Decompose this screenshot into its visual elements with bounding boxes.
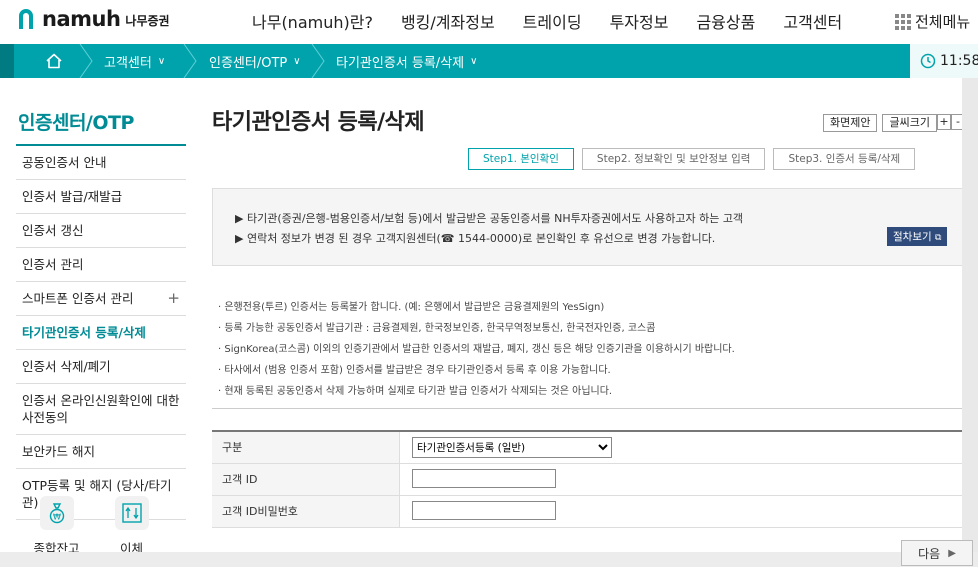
transfer-icon	[114, 496, 149, 530]
chevron-down-icon: ∨	[470, 55, 478, 67]
top-header: namuh 나무증권 나무(namuh)란? 뱅킹/계좌정보 트레이딩 투자정보…	[0, 0, 978, 44]
clock-icon	[920, 53, 936, 69]
page-title: 타기관인증서 등록/삭제	[212, 110, 425, 135]
suggest-button[interactable]: 화면제안	[823, 114, 878, 132]
breadcrumb-item-customer-center[interactable]: 고객센터 ∨	[104, 44, 165, 78]
sidebar-item-security-card[interactable]: 보안카드 해지	[16, 435, 186, 469]
breadcrumb: 고객센터 ∨ 인증센터/OTP ∨ 타기관인증서 등록/삭제 ∨	[0, 44, 978, 78]
all-menu-label: 전체메뉴	[915, 13, 971, 31]
grid-menu-icon	[895, 13, 911, 30]
gnb-item-trading[interactable]: 트레이딩	[523, 9, 582, 33]
app-frame: namuh 나무증권 나무(namuh)란? 뱅킹/계좌정보 트레이딩 투자정보…	[0, 0, 978, 567]
namuh-logo-icon	[16, 8, 36, 30]
sidebar-item-cert-guide[interactable]: 공동인증서 안내	[16, 146, 186, 180]
note-item: · 타사에서 (범용 인증서 포함) 인증서를 발급받은 경우 타기관인증서 등…	[218, 365, 611, 376]
type-select[interactable]: 타기관인증서등록 (일반)	[412, 437, 612, 458]
page-tools: 화면제안 글씨크기 + -	[823, 114, 965, 132]
global-nav: 나무(namuh)란? 뱅킹/계좌정보 트레이딩 투자정보 금융상품 고객센터	[252, 9, 870, 33]
external-link-icon: ⧉	[934, 233, 942, 243]
step-indicator: Step1. 본인확인 Step2. 정보확인 및 보안정보 입력 Step3.…	[468, 148, 923, 170]
sidebar-item-other-cert[interactable]: 타기관인증서 등록/삭제	[16, 316, 186, 350]
customer-password-input[interactable]	[412, 501, 556, 520]
all-menu-button[interactable]: 전체메뉴	[895, 11, 970, 32]
money-bag-icon: ₩	[39, 496, 74, 530]
id-label: 고객 ID	[212, 464, 400, 495]
logo-text: namuh	[42, 7, 121, 31]
note-item: · 은행전용(투르) 인증서는 등록불가 합니다. (예: 은행에서 발급받은 …	[218, 302, 605, 313]
sidebar-item-cert-issue[interactable]: 인증서 발급/재발급	[16, 180, 186, 214]
step-1: Step1. 본인확인	[468, 148, 574, 170]
svg-text:₩: ₩	[53, 513, 61, 522]
chevron-down-icon: ∨	[157, 55, 166, 67]
breadcrumb-separator	[183, 44, 197, 78]
password-label: 고객 ID비밀번호	[212, 496, 400, 527]
form-row-password: 고객 ID비밀번호	[212, 496, 978, 528]
home-icon[interactable]	[45, 52, 63, 70]
sidebar-item-online-consent[interactable]: 인증서 온라인신원확인에 대한 사전동의	[16, 384, 186, 435]
session-timer[interactable]: 11:58	[920, 53, 978, 69]
chevron-down-icon: ∨	[293, 55, 301, 67]
sidebar-title: 인증센터/OTP	[16, 108, 186, 146]
info-line-1: ▶ 타기관(증권/은행-범용인증서/보험 등)에서 발급받은 공동인증서를 NH…	[235, 212, 744, 225]
clock-text: 11:58	[940, 53, 978, 69]
note-item: · 현재 등록된 공동인증서 삭제 가능하며 실제로 타기관 발급 인증서가 삭…	[218, 386, 613, 397]
gnb-item-invest-info[interactable]: 투자정보	[610, 9, 669, 33]
logo-subtext: 나무증권	[125, 14, 170, 28]
step-3: Step3. 인증서 등록/삭제	[773, 148, 916, 170]
gnb-item-products[interactable]: 금융상품	[696, 9, 755, 33]
breadcrumb-item-auth-center[interactable]: 인증센터/OTP ∨	[209, 44, 301, 78]
breadcrumb-separator	[79, 44, 93, 78]
note-item: · 등록 가능한 공동인증서 발급기관 : 금융결제원, 한국정보인증, 한국무…	[218, 323, 656, 334]
sidebar: 인증센터/OTP 공동인증서 안내 인증서 발급/재발급 인증서 갱신 인증서 …	[16, 108, 186, 520]
font-increase-button[interactable]: +	[936, 114, 951, 130]
font-size-label: 글씨크기	[882, 114, 937, 132]
form-row-type: 구분 타기관인증서등록 (일반)	[212, 432, 978, 464]
form-table: 구분 타기관인증서등록 (일반) 고객 ID 고객 ID비밀번호	[212, 430, 978, 528]
notes-list: · 은행전용(투르) 인증서는 등록불가 합니다. (예: 은행에서 발급받은 …	[212, 298, 978, 403]
quick-menu: ₩ 종합잔고 이체	[30, 496, 180, 557]
logo[interactable]: namuh 나무증권	[16, 6, 170, 32]
procedure-button[interactable]: 절차보기 ⧉	[887, 227, 948, 246]
plus-icon[interactable]: +	[167, 290, 180, 307]
sidebar-item-cert-renew[interactable]: 인증서 갱신	[16, 214, 186, 248]
divider	[212, 408, 978, 409]
sidebar-item-cert-manage[interactable]: 인증서 관리	[16, 248, 186, 282]
info-line-2: ▶ 연락처 정보가 변경 된 경우 고객지원센터(☎ 1544-0000)로 본…	[235, 232, 716, 245]
quick-item-balance[interactable]: ₩ 종합잔고	[30, 496, 83, 557]
quick-item-transfer[interactable]: 이체	[105, 496, 158, 557]
gnb-item-banking[interactable]: 뱅킹/계좌정보	[401, 9, 495, 33]
breadcrumb-item-current[interactable]: 타기관인증서 등록/삭제 ∨	[336, 44, 477, 78]
step-2: Step2. 정보확인 및 보안정보 입력	[581, 148, 766, 170]
breadcrumb-separator	[311, 44, 325, 78]
form-row-id: 고객 ID	[212, 464, 978, 496]
next-button[interactable]: 다음 ▶	[901, 540, 973, 566]
info-box: ▶ 타기관(증권/은행-범용인증서/보험 등)에서 발급받은 공동인증서를 NH…	[212, 188, 978, 266]
customer-id-input[interactable]	[412, 469, 556, 488]
gnb-item-about[interactable]: 나무(namuh)란?	[252, 9, 373, 33]
sidebar-item-cert-delete[interactable]: 인증서 삭제/폐기	[16, 350, 186, 384]
play-icon: ▶	[948, 547, 956, 559]
sidebar-item-smartphone-cert[interactable]: 스마트폰 인증서 관리 +	[16, 282, 186, 316]
note-item: · SignKorea(코스콤) 이외의 인증기관에서 발급한 인증서의 재발급…	[218, 344, 735, 355]
gnb-item-customer-center[interactable]: 고객센터	[783, 9, 842, 33]
type-label: 구분	[212, 432, 400, 463]
